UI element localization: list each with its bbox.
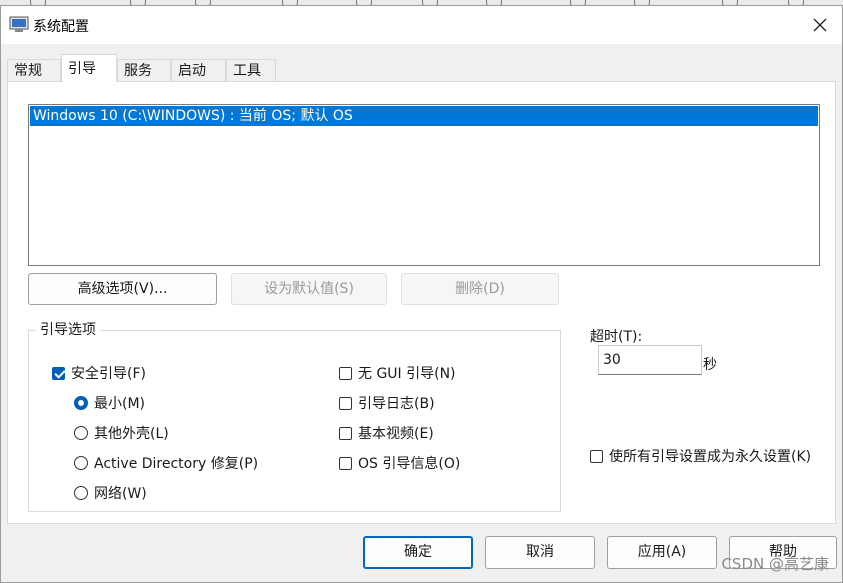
base-video-label: 基本视频(E)	[358, 426, 434, 442]
no-gui-boot-label: 无 GUI 引导(N)	[358, 366, 456, 382]
network-radio[interactable]: 网络(W)	[74, 483, 147, 503]
alternate-shell-radio[interactable]: 其他外壳(L)	[74, 423, 169, 443]
advanced-options-button[interactable]: 高级选项(V)...	[28, 273, 217, 305]
tab-services[interactable]: 服务	[117, 59, 171, 81]
no-gui-boot-checkbox[interactable]: 无 GUI 引导(N)	[339, 363, 456, 383]
close-button[interactable]	[798, 6, 842, 44]
base-video-checkbox[interactable]: 基本视频(E)	[339, 423, 434, 443]
tab-startup[interactable]: 启动	[171, 59, 226, 81]
radio-selected-icon	[74, 396, 88, 410]
delete-button[interactable]: 删除(D)	[401, 273, 559, 305]
checkbox-icon	[590, 449, 603, 463]
active-directory-repair-radio[interactable]: Active Directory 修复(P)	[74, 453, 258, 473]
checkbox-icon	[339, 366, 352, 380]
title-bar[interactable]: 系统配置	[1, 6, 842, 44]
tab-general[interactable]: 常规	[7, 59, 61, 81]
cancel-button[interactable]: 取消	[485, 536, 595, 569]
os-list-item[interactable]: Windows 10 (C:\WINDOWS) : 当前 OS; 默认 OS	[30, 106, 818, 126]
make-permanent-checkbox[interactable]: 使所有引导设置成为永久设置(K)	[590, 446, 811, 466]
minimal-radio[interactable]: 最小(M)	[74, 393, 145, 413]
boot-log-label: 引导日志(B)	[358, 396, 435, 412]
alternate-shell-label: 其他外壳(L)	[94, 426, 169, 442]
csdn-watermark: CSDN @高艺康	[721, 555, 829, 573]
boot-options-label: 引导选项	[36, 319, 100, 339]
tab-boot[interactable]: 引导	[61, 54, 117, 82]
checkbox-icon	[339, 456, 352, 470]
tab-tools[interactable]: 工具	[226, 59, 276, 81]
safe-boot-checkbox[interactable]: 安全引导(F)	[52, 363, 146, 383]
timeout-label: 超时(T):	[590, 329, 643, 345]
ok-button[interactable]: 确定	[363, 536, 473, 569]
active-directory-repair-label: Active Directory 修复(P)	[94, 456, 259, 472]
os-boot-info-checkbox[interactable]: OS 引导信息(O)	[339, 453, 460, 473]
msconfig-app-icon	[9, 16, 29, 32]
radio-icon	[74, 426, 88, 440]
network-label: 网络(W)	[94, 486, 147, 502]
minimal-label: 最小(M)	[94, 396, 146, 412]
boot-log-checkbox[interactable]: 引导日志(B)	[339, 393, 435, 413]
radio-icon	[74, 486, 88, 500]
os-boot-info-label: OS 引导信息(O)	[358, 456, 461, 472]
timeout-input[interactable]: 30	[598, 345, 702, 375]
radio-icon	[74, 456, 88, 470]
close-icon	[813, 18, 827, 32]
system-configuration-window: 系统配置 常规 引导 服务 启动 工具 Windows 10 (C:\WINDO…	[0, 5, 843, 583]
window-title: 系统配置	[33, 19, 89, 35]
apply-button[interactable]: 应用(A)	[607, 536, 717, 569]
timeout-unit: 秒	[703, 357, 717, 373]
safe-boot-label: 安全引导(F)	[71, 366, 146, 382]
os-list[interactable]: Windows 10 (C:\WINDOWS) : 当前 OS; 默认 OS	[28, 104, 820, 266]
set-default-button[interactable]: 设为默认值(S)	[231, 273, 387, 305]
checkbox-checked-icon	[52, 366, 65, 380]
make-permanent-label: 使所有引导设置成为永久设置(K)	[609, 449, 812, 465]
checkbox-icon	[339, 426, 352, 440]
checkbox-icon	[339, 396, 352, 410]
boot-tab-panel: Windows 10 (C:\WINDOWS) : 当前 OS; 默认 OS 高…	[7, 81, 836, 524]
